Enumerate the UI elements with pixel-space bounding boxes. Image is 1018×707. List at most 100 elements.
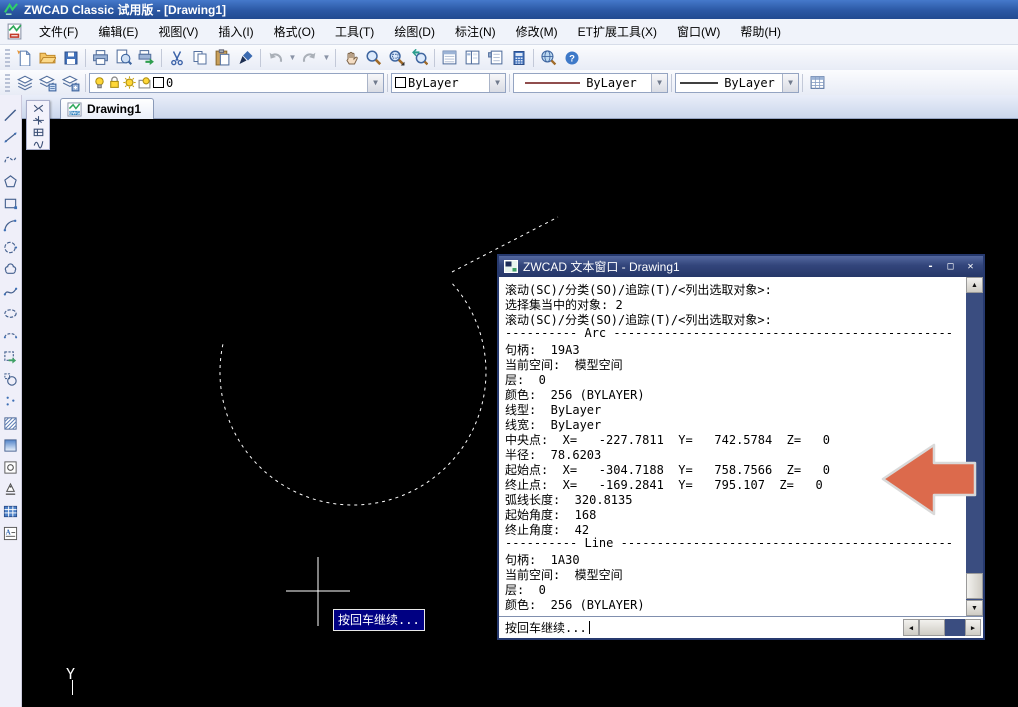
arc-button[interactable] xyxy=(2,217,20,234)
undo-dropdown[interactable]: ▼ xyxy=(287,47,298,69)
spline-button[interactable] xyxy=(2,283,20,300)
menu-item-8[interactable]: 修改(M) xyxy=(506,19,568,44)
polygon-button[interactable] xyxy=(2,173,20,190)
lineweight-sample xyxy=(680,81,718,85)
plot-export-button[interactable] xyxy=(135,47,158,69)
properties-button[interactable] xyxy=(438,47,461,69)
horizontal-scroll-thumb[interactable] xyxy=(919,619,945,636)
tab-drawing1[interactable]: DWG Drawing1 xyxy=(60,98,154,119)
text-window-close-button[interactable]: ✕ xyxy=(963,260,978,273)
redo-dropdown[interactable]: ▼ xyxy=(321,47,332,69)
print-preview-button[interactable] xyxy=(112,47,135,69)
layer-previous-button[interactable] xyxy=(59,72,82,94)
toolbar-separator xyxy=(161,49,162,67)
table-button[interactable] xyxy=(2,503,20,520)
toolbar-grip[interactable] xyxy=(5,49,10,67)
boundary-button[interactable] xyxy=(2,481,20,498)
horizontal-scrollbar[interactable]: ◀ ▶ xyxy=(903,619,981,636)
zoom-previous-button[interactable] xyxy=(408,47,431,69)
vertical-scrollbar[interactable]: ▲ ▼ xyxy=(966,277,983,616)
rectangle-button[interactable] xyxy=(2,195,20,212)
text-window-maximize-button[interactable]: □ xyxy=(943,260,958,273)
text-window-minimize-button[interactable]: - xyxy=(923,260,938,273)
open-button[interactable] xyxy=(36,47,59,69)
construction-line-button[interactable] xyxy=(2,129,20,146)
quickcalc-button[interactable] xyxy=(507,47,530,69)
menu-item-9[interactable]: ET扩展工具(X) xyxy=(568,19,667,44)
lineweight-combobox[interactable]: ByLayer ▼ xyxy=(675,73,799,93)
scroll-left-button[interactable]: ◀ xyxy=(903,619,919,636)
polyline-button[interactable] xyxy=(2,151,20,168)
mini-tool-icon-1[interactable] xyxy=(32,103,45,114)
menu-item-4[interactable]: 格式(O) xyxy=(264,19,325,44)
paste-button[interactable] xyxy=(211,47,234,69)
menu-item-7[interactable]: 标注(N) xyxy=(445,19,506,44)
line-icon xyxy=(3,108,18,123)
tool-palettes-button[interactable] xyxy=(484,47,507,69)
menu-item-10[interactable]: 窗口(W) xyxy=(667,19,730,44)
menu-item-2[interactable]: 视图(V) xyxy=(148,19,208,44)
text-window-titlebar[interactable]: ZWCAD 文本窗口 - Drawing1 - □ ✕ xyxy=(499,256,983,277)
mtext-button[interactable]: A xyxy=(2,525,20,542)
zoom-realtime-button[interactable] xyxy=(362,47,385,69)
region-button[interactable] xyxy=(2,459,20,476)
command-input-bar[interactable]: 按回车继续... ◀ ▶ xyxy=(499,616,983,638)
designcenter-button[interactable] xyxy=(461,47,484,69)
drawing-canvas[interactable]: Y 按回车继续... ZWCAD 文本窗口 - Drawing1 - □ ✕ 滚… xyxy=(22,119,1018,707)
cut-button[interactable] xyxy=(165,47,188,69)
scroll-right-button[interactable]: ▶ xyxy=(965,619,981,636)
redo-button[interactable] xyxy=(298,47,321,69)
dwg-document-icon[interactable] xyxy=(6,23,23,40)
hatch-button[interactable] xyxy=(2,415,20,432)
copy-button[interactable] xyxy=(188,47,211,69)
line-button[interactable] xyxy=(2,107,20,124)
help-button[interactable]: ? xyxy=(560,47,583,69)
table-style-button[interactable] xyxy=(806,72,829,94)
find-button[interactable] xyxy=(537,47,560,69)
color-combobox[interactable]: ByLayer ▼ xyxy=(391,73,506,93)
toolbar-grip[interactable] xyxy=(5,74,10,92)
layer-states-button[interactable] xyxy=(36,72,59,94)
menu-item-6[interactable]: 绘图(D) xyxy=(384,19,445,44)
lineweight-dropdown-arrow[interactable]: ▼ xyxy=(782,74,798,92)
color-dropdown-arrow[interactable]: ▼ xyxy=(489,74,505,92)
linetype-combobox[interactable]: ByLayer ▼ xyxy=(513,73,668,93)
mini-tool-icon-3[interactable] xyxy=(32,127,45,138)
mini-tool-icon-2[interactable] xyxy=(32,115,45,126)
help-icon: ? xyxy=(564,50,580,66)
new-button[interactable] xyxy=(13,47,36,69)
menu-item-0[interactable]: 文件(F) xyxy=(29,19,88,44)
pan-button[interactable] xyxy=(339,47,362,69)
print-button[interactable] xyxy=(89,47,112,69)
undo-button[interactable] xyxy=(264,47,287,69)
save-button[interactable] xyxy=(59,47,82,69)
linetype-dropdown-arrow[interactable]: ▼ xyxy=(651,74,667,92)
gradient-button[interactable] xyxy=(2,437,20,454)
layer-properties-icon xyxy=(16,74,34,92)
zoom-realtime-icon xyxy=(365,49,382,66)
rectangle-icon xyxy=(3,196,18,211)
match-properties-button[interactable] xyxy=(234,47,257,69)
menu-item-3[interactable]: 插入(I) xyxy=(208,19,263,44)
make-block-button[interactable] xyxy=(2,371,20,388)
zoom-previous-icon xyxy=(411,49,428,66)
revision-cloud-button[interactable] xyxy=(2,261,20,278)
scroll-up-button[interactable]: ▲ xyxy=(966,277,983,293)
vertical-scroll-thumb[interactable] xyxy=(966,573,983,599)
layer-combobox[interactable]: 0 ▼ xyxy=(89,73,384,93)
layer-properties-button[interactable] xyxy=(13,72,36,94)
circle-button[interactable] xyxy=(2,239,20,256)
menu-item-1[interactable]: 编辑(E) xyxy=(88,19,148,44)
zoom-window-button[interactable] xyxy=(385,47,408,69)
layer-dropdown-arrow[interactable]: ▼ xyxy=(367,74,383,92)
ellipse-arc-button[interactable] xyxy=(2,327,20,344)
mini-tool-icon-4[interactable] xyxy=(32,138,45,149)
scroll-down-button[interactable]: ▼ xyxy=(966,600,983,616)
ellipse-button[interactable] xyxy=(2,305,20,322)
horizontal-scroll-track[interactable] xyxy=(945,619,965,636)
text-window[interactable]: ZWCAD 文本窗口 - Drawing1 - □ ✕ 滚动(SC)/分类(SO… xyxy=(497,254,985,640)
insert-block-button[interactable] xyxy=(2,349,20,366)
point-button[interactable] xyxy=(2,393,20,410)
menu-item-5[interactable]: 工具(T) xyxy=(325,19,384,44)
menu-item-11[interactable]: 帮助(H) xyxy=(730,19,791,44)
